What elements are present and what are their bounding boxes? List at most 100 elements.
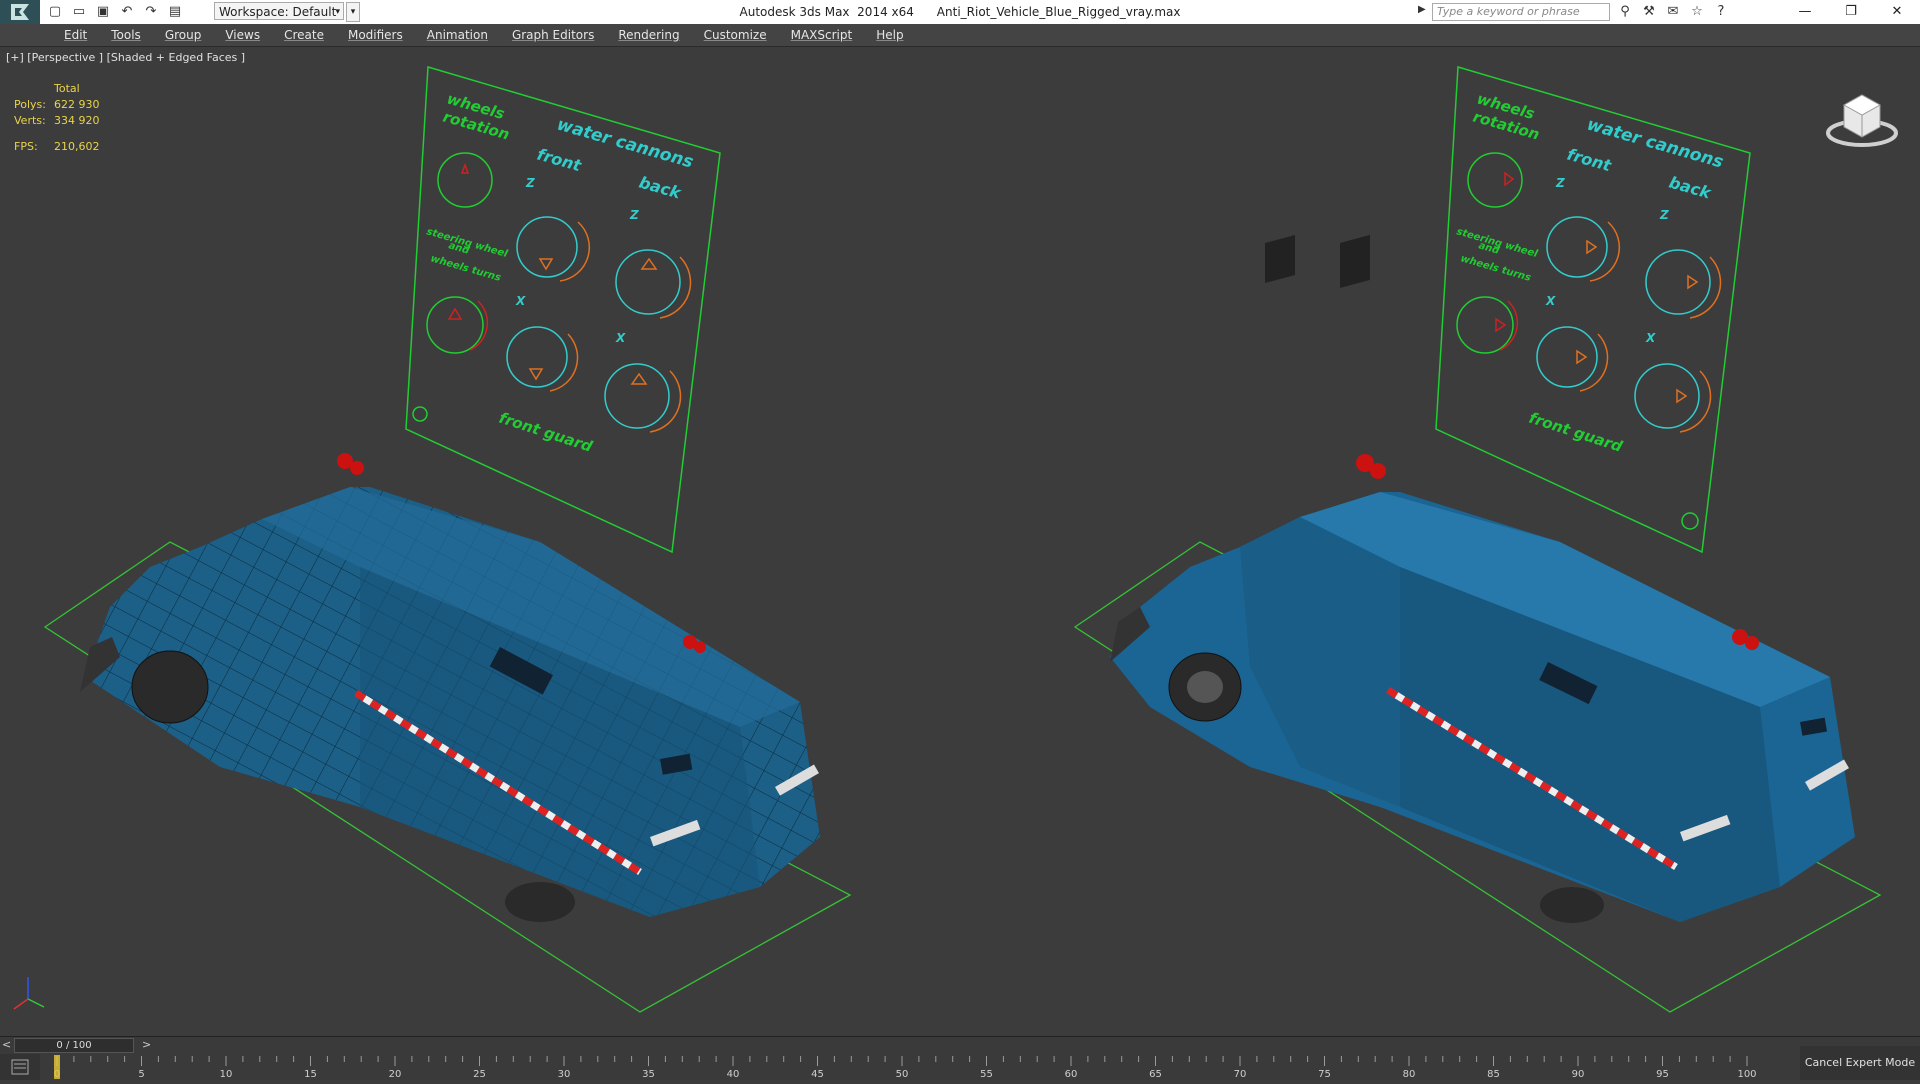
label-front-guard: front guard — [497, 409, 595, 456]
axis-tripod-icon — [13, 977, 45, 1010]
viewport-label[interactable]: [+] [Perspective ] [Shaded + Edged Faces… — [6, 51, 245, 64]
file-name: Anti_Riot_Vehicle_Blue_Rigged_vray.max — [936, 5, 1181, 19]
title-bar: ▢ ▭ ▣ ↶ ↷ ▤ Workspace: Default ▾ ▾ Autode… — [0, 0, 1920, 24]
rig-panel-right[interactable] — [1435, 66, 1751, 554]
mini-curve-editor-icon[interactable] — [0, 1054, 40, 1080]
rig-labels-right: wheels rotation water cannons front back… — [1455, 90, 1725, 456]
label-front: front — [535, 145, 585, 176]
ruler-tick-label: 95 — [1656, 1069, 1669, 1080]
ruler-tick-label: 70 — [1234, 1069, 1247, 1080]
search-expand-icon[interactable]: ▶ — [1418, 4, 1426, 15]
menu-edit[interactable]: Edit — [52, 27, 99, 43]
cancel-expert-mode-button[interactable]: Cancel Expert Mode — [1800, 1046, 1920, 1080]
ruler-tick-label: 100 — [1737, 1069, 1756, 1080]
left-scene: wheels rotation water cannons front back… — [43, 66, 852, 1013]
ruler-tick-label: 55 — [980, 1069, 993, 1080]
fps-value: 210,602 — [54, 140, 100, 153]
label-front-guard-r: front guard — [1527, 409, 1625, 456]
ruler-tick-label: 10 — [220, 1069, 233, 1080]
viewport-statistics: Total Polys: 622 930 Verts: 334 920 FPS: 21… — [14, 81, 100, 155]
communication-icon[interactable]: ✉ — [1664, 3, 1682, 21]
ruler-tick-label: 5 — [138, 1069, 144, 1080]
polys-label: Polys: — [14, 98, 46, 111]
perspective-viewport[interactable]: wheels rotation water cannons front back… — [0, 47, 1920, 1036]
menu-rendering[interactable]: Rendering — [606, 27, 691, 43]
ruler-tick-label: 45 — [811, 1069, 824, 1080]
menu-animation[interactable]: Animation — [415, 27, 500, 43]
window-controls: — ❐ ✕ — [1782, 0, 1920, 24]
label-back-r: back — [1667, 173, 1714, 203]
menu-group[interactable]: Group — [153, 27, 214, 43]
time-slider-bar: < 0 / 100 > — [0, 1036, 1920, 1055]
rig-circles-left — [412, 152, 692, 433]
wheels-rotation-control-r[interactable] — [1467, 152, 1523, 208]
label-z-front: Z — [525, 176, 535, 190]
ruler-tick-label: 15 — [304, 1069, 317, 1080]
ruler-tick-label: 85 — [1487, 1069, 1500, 1080]
menu-create[interactable]: Create — [272, 27, 336, 43]
ruler-tick-label: 25 — [473, 1069, 486, 1080]
label-x-back-r: X — [1645, 331, 1656, 345]
ruler-tick-label: 65 — [1149, 1069, 1162, 1080]
minimize-icon[interactable]: — — [1782, 0, 1828, 24]
subscription-icon[interactable]: ⚒ — [1640, 3, 1658, 21]
help-icon[interactable]: ? — [1712, 3, 1730, 21]
infocenter-toolbar: ⚲ ⚒ ✉ ☆ ? — [1616, 3, 1730, 21]
menu-graph-editors[interactable]: Graph Editors — [500, 27, 606, 43]
app-version: 2014 x64 — [857, 5, 914, 19]
vehicle-shaded[interactable] — [1110, 234, 1855, 923]
label-steering-3: wheels turns — [429, 253, 502, 284]
time-next-icon[interactable]: > — [142, 1038, 151, 1051]
menu-modifiers[interactable]: Modifiers — [336, 27, 415, 43]
front-guard-control-r[interactable] — [1681, 512, 1699, 530]
viewcube-icon[interactable] — [1822, 75, 1902, 155]
ruler-tick-label: 75 — [1318, 1069, 1331, 1080]
back-z-control-r[interactable] — [1645, 249, 1711, 315]
time-slider[interactable]: 0 / 100 — [14, 1038, 134, 1053]
track-ruler: 0510152025303540455055606570758085909510… — [54, 1055, 1757, 1080]
label-front-r: front — [1565, 145, 1615, 176]
back-x-control-r[interactable] — [1634, 363, 1700, 429]
label-x-front-r: X — [1545, 294, 1556, 308]
fps-label: FPS: — [14, 140, 38, 153]
verts-label: Verts: — [14, 114, 46, 127]
front-z-control-r[interactable] — [1546, 216, 1608, 278]
ruler-tick-label: 90 — [1572, 1069, 1585, 1080]
rig-circles-right — [1456, 152, 1722, 530]
front-guard-control[interactable] — [412, 406, 428, 422]
ruler-tick-label: 50 — [896, 1069, 909, 1080]
vehicle-wireframe[interactable] — [80, 453, 820, 922]
label-steering-3-r: wheels turns — [1459, 253, 1532, 284]
menu-views[interactable]: Views — [213, 27, 272, 43]
label-x-back: X — [615, 331, 626, 345]
menu-maxscript[interactable]: MAXScript — [779, 27, 865, 43]
ruler-tick-label: 60 — [1065, 1069, 1078, 1080]
current-frame-marker[interactable] — [54, 1055, 60, 1079]
ruler-tick-label: 80 — [1403, 1069, 1416, 1080]
menu-help[interactable]: Help — [864, 27, 915, 43]
scene-canvas[interactable]: wheels rotation water cannons front back… — [0, 47, 1920, 1036]
menu-customize[interactable]: Customize — [692, 27, 779, 43]
close-icon[interactable]: ✕ — [1874, 0, 1920, 24]
right-scene: wheels rotation water cannons front back… — [1073, 66, 1882, 1013]
label-back: back — [637, 173, 684, 203]
menu-tools[interactable]: Tools — [99, 27, 153, 43]
favorites-icon[interactable]: ☆ — [1688, 3, 1706, 21]
steering-control[interactable] — [426, 296, 484, 354]
rig-panel-left[interactable] — [405, 66, 721, 554]
binoculars-icon[interactable]: ⚲ — [1616, 3, 1634, 21]
search-input[interactable]: Type a keyword or phrase — [1432, 3, 1610, 21]
menu-bar: Edit Tools Group Views Create Modifiers … — [0, 24, 1920, 47]
stats-header: Total — [54, 82, 80, 95]
ruler-tick-label: 30 — [558, 1069, 571, 1080]
label-z-back: Z — [629, 208, 639, 222]
front-x-control-r[interactable] — [1536, 326, 1598, 388]
wheels-rotation-control[interactable] — [437, 152, 493, 208]
label-z-back-r: Z — [1659, 208, 1669, 222]
track-bar[interactable]: 0510152025303540455055606570758085909510… — [0, 1054, 1920, 1080]
ruler-tick-label: 20 — [389, 1069, 402, 1080]
restore-icon[interactable]: ❐ — [1828, 0, 1874, 24]
back-x-control[interactable] — [604, 363, 670, 429]
time-prev-icon[interactable]: < — [2, 1038, 11, 1051]
polys-value: 622 930 — [54, 98, 100, 111]
